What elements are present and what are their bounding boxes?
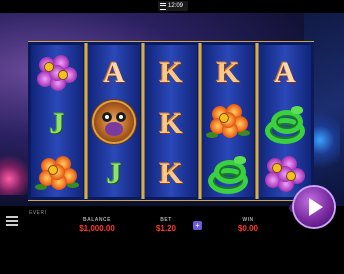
symbol-j: J	[32, 100, 82, 148]
symbol-k: K	[146, 150, 196, 198]
clock-time: 12:09	[168, 3, 184, 9]
purple-flower-icon	[35, 53, 79, 93]
win-display: WIN $0.00	[228, 217, 268, 233]
win-value: $0.00	[237, 224, 259, 233]
letter-k: K	[216, 56, 240, 89]
owl-icon	[94, 102, 134, 142]
letter-a: A	[274, 56, 296, 89]
symbol-k: K	[203, 49, 253, 97]
symbol-a: A	[260, 49, 310, 97]
background-glow-pink	[0, 155, 30, 195]
symbol-k: K	[146, 49, 196, 97]
purple-flower-icon	[263, 154, 307, 194]
snake-icon	[206, 154, 250, 194]
reel-divider	[84, 43, 88, 199]
symbol-flower-purple	[32, 49, 82, 97]
symbol-flower-orange	[32, 150, 82, 198]
reel-divider	[198, 43, 202, 199]
letter-j: J	[49, 107, 65, 140]
clock-pill: 12:09	[158, 1, 188, 11]
symbol-a: A	[89, 49, 139, 97]
symbol-owl	[89, 98, 139, 146]
hamburger-icon[interactable]	[6, 214, 20, 228]
orange-flower-icon	[35, 154, 79, 194]
list-icon	[160, 2, 166, 10]
balance-display: BALANCE $1,000.00	[72, 217, 122, 233]
spin-button[interactable]	[294, 187, 334, 227]
letter-a: A	[103, 56, 125, 89]
reel-divider	[141, 43, 145, 199]
letter-k: K	[159, 157, 183, 190]
bet-value: $1.20	[155, 224, 177, 233]
orange-flower-icon	[206, 102, 250, 142]
status-bar: 12:09	[0, 0, 344, 13]
reel-divider	[255, 43, 259, 199]
symbol-snake	[260, 100, 310, 148]
letter-j: J	[106, 157, 122, 190]
balance-value: $1,000.00	[79, 224, 115, 233]
symbol-k: K	[146, 100, 196, 148]
bet-display: BET $1.20	[148, 217, 184, 233]
plus-icon[interactable]: +	[193, 221, 202, 230]
letter-k: K	[159, 56, 183, 89]
letter-k: K	[159, 107, 183, 140]
snake-icon	[263, 104, 307, 144]
bet-label: BET	[160, 217, 172, 223]
brand-logo: EVERI	[29, 210, 47, 216]
balance-label: BALANCE	[83, 217, 111, 223]
win-label: WIN	[242, 217, 254, 223]
symbol-flower-orange	[203, 98, 253, 146]
symbol-j: J	[89, 150, 139, 198]
symbol-snake	[203, 150, 253, 198]
play-triangle-icon	[309, 198, 323, 216]
